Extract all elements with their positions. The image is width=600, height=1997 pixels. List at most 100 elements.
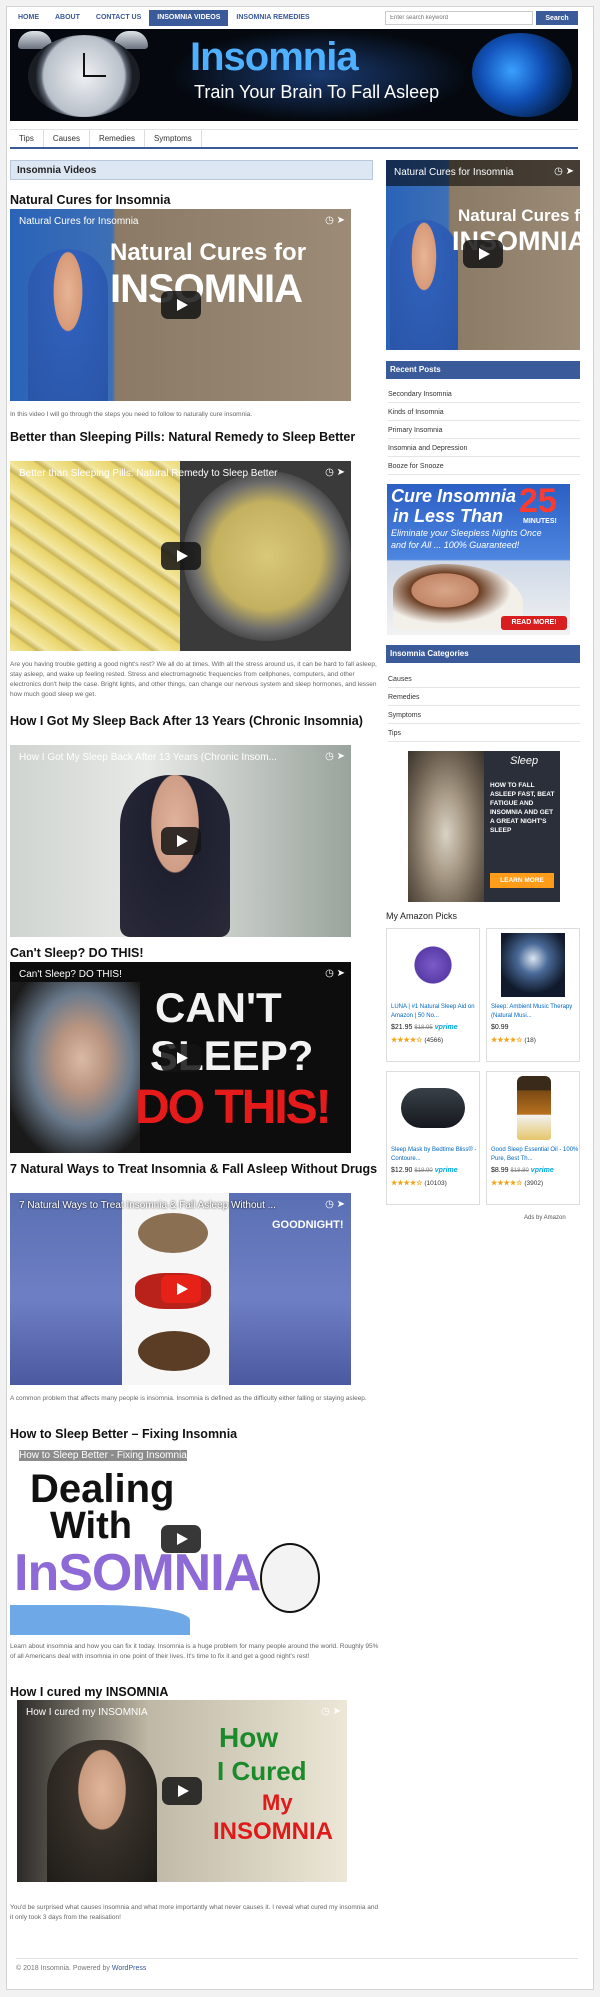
category-link[interactable]: Remedies — [388, 689, 580, 706]
product-price: $21.95 $18.95 vprime — [391, 1024, 458, 1031]
play-button-icon[interactable] — [162, 1777, 202, 1805]
product-name[interactable]: Sleep: Ambient Music Therapy (Natural Mu… — [491, 1003, 579, 1021]
video-player[interactable]: Better than Sleeping Pills: Natural Reme… — [10, 461, 351, 651]
subnav-remedies[interactable]: Remedies — [90, 130, 145, 147]
product-image[interactable] — [401, 933, 465, 997]
category-link[interactable]: Tips — [388, 725, 580, 742]
ad-minutes-label: MINUTES! — [523, 518, 557, 525]
subnav-tips[interactable]: Tips — [10, 130, 44, 147]
video-title[interactable]: How I cured my INSOMNIA — [26, 1707, 148, 1718]
review-count: (4566) — [424, 1037, 444, 1044]
post-title[interactable]: Can't Sleep? DO THIS! — [10, 946, 380, 961]
search-button[interactable]: Search — [536, 11, 578, 25]
play-button-icon[interactable] — [160, 1275, 201, 1303]
video-player[interactable]: GOODNIGHT! 7 Natural Ways to Treat Insom… — [10, 1193, 351, 1385]
clock-share-icons[interactable]: ◷ ➤ — [325, 215, 345, 226]
product-card[interactable]: LUNA | #1 Natural Sleep Aid on Amazon | … — [386, 928, 480, 1062]
brain-icon — [472, 33, 572, 117]
pot-image — [183, 471, 351, 641]
post-title[interactable]: Better than Sleeping Pills: Natural Reme… — [10, 430, 380, 445]
footer-wordpress-link[interactable]: WordPress — [112, 1965, 147, 1972]
post-title[interactable]: 7 Natural Ways to Treat Insomnia & Fall … — [10, 1162, 380, 1177]
clock-share-icons[interactable]: ◷ ➤ — [325, 751, 345, 762]
video-title[interactable]: How to Sleep Better - Fixing Insomnia — [19, 1450, 187, 1461]
clock-share-icons[interactable]: ◷ ➤ — [554, 166, 574, 177]
price-current: $0.99 — [491, 1024, 509, 1031]
rating-stars[interactable]: ★★★★☆ (3902) — [491, 1179, 543, 1187]
recent-post-link[interactable]: Kinds of Insomnia — [388, 404, 580, 421]
subnav-causes[interactable]: Causes — [44, 130, 90, 147]
nav-insomnia-videos[interactable]: INSOMNIA VIDEOS — [149, 10, 229, 26]
play-button-icon[interactable] — [160, 827, 201, 855]
bed-left-image — [10, 1193, 122, 1385]
sleep-book-ad[interactable]: Sleep HOW TO FALL ASLEEP FAST, BEAT FATI… — [408, 751, 560, 902]
categories-heading: Insomnia Categories — [386, 645, 580, 663]
nav-insomnia-remedies[interactable]: INSOMNIA REMEDIES — [228, 10, 317, 26]
product-card[interactable]: Good Sleep Essential Oil - 100% Pure, Be… — [486, 1071, 580, 1205]
clock-share-icons[interactable]: ◷ ➤ — [325, 467, 345, 478]
video-title[interactable]: Can't Sleep? DO THIS! — [19, 969, 122, 980]
video-title[interactable]: Better than Sleeping Pills: Natural Reme… — [19, 468, 277, 479]
ad-line-2: in Less Than — [393, 506, 504, 526]
play-button-icon[interactable] — [463, 240, 503, 268]
video-title[interactable]: Natural Cures for Insomnia — [19, 216, 139, 227]
recent-post-link[interactable]: Primary Insomnia — [388, 422, 580, 439]
thumb-text-1: GOODNIGHT! — [272, 1219, 344, 1231]
video-player[interactable]: Dealing With InSOMNIA How to Sleep Bette… — [10, 1443, 351, 1635]
post-title[interactable]: How I Got My Sleep Back After 13 Years (… — [10, 714, 380, 729]
header-banner[interactable]: Insomnia Train Your Brain To Fall Asleep — [10, 29, 578, 121]
search-input[interactable] — [385, 11, 533, 25]
product-image[interactable] — [401, 1088, 465, 1128]
product-card[interactable]: Sleep: Ambient Music Therapy (Natural Mu… — [486, 928, 580, 1062]
top-nav: HOME ABOUT CONTACT US INSOMNIA VIDEOS IN… — [10, 10, 318, 26]
post-excerpt: You'd be surprised what causes insomnia … — [10, 1904, 379, 1921]
category-link[interactable]: Symptoms — [388, 707, 580, 724]
read-more-button[interactable]: READ MORE! — [501, 616, 567, 630]
recent-post-link[interactable]: Booze for Snooze — [388, 458, 580, 475]
product-name[interactable]: Good Sleep Essential Oil - 100% Pure, Be… — [491, 1146, 579, 1164]
recent-posts-heading: Recent Posts — [386, 361, 580, 379]
video-player[interactable]: Natural Cures for INSOMNIA Natural Cures… — [10, 209, 351, 401]
play-button-icon[interactable] — [160, 291, 201, 319]
video-title[interactable]: 7 Natural Ways to Treat Insomnia & Fall … — [19, 1200, 276, 1211]
video-player[interactable]: How I Got My Sleep Back After 13 Years (… — [10, 745, 351, 937]
post-title[interactable]: How to Sleep Better – Fixing Insomnia — [10, 1427, 380, 1442]
ads-by-amazon-link[interactable]: Ads by Amazon — [524, 1215, 566, 1221]
product-name[interactable]: Sleep Mask by Bedtime Bliss® - Contoure.… — [391, 1146, 479, 1164]
alarm-clock-icon — [28, 35, 140, 117]
video-title[interactable]: How I Got My Sleep Back After 13 Years (… — [19, 752, 277, 763]
product-card[interactable]: Sleep Mask by Bedtime Bliss® - Contoure.… — [386, 1071, 480, 1205]
nav-contact-us[interactable]: CONTACT US — [88, 10, 149, 26]
cure-insomnia-ad[interactable]: Cure Insomnia in Less Than 25 MINUTES! E… — [387, 484, 570, 635]
learn-more-button[interactable]: LEARN MORE — [490, 873, 554, 888]
subnav-symptoms[interactable]: Symptoms — [145, 130, 202, 147]
rating-stars[interactable]: ★★★★☆ (10103) — [391, 1179, 447, 1187]
video-player[interactable]: CAN'T SLEEP? DO THIS! Can't Sleep? DO TH… — [10, 962, 351, 1153]
clock-share-icons[interactable]: ◷ ➤ — [321, 1706, 341, 1717]
tired-face-image — [260, 1543, 320, 1613]
sidebar-video-player[interactable]: Natural Cures fo INSOMNIA Natural Cures … — [386, 160, 580, 350]
clock-share-icons[interactable]: ◷ ➤ — [325, 1199, 345, 1210]
post-title[interactable]: Natural Cures for Insomnia — [10, 193, 380, 208]
rating-stars[interactable]: ★★★★☆ (4566) — [391, 1036, 443, 1044]
recent-post-link[interactable]: Secondary Insomnia — [388, 386, 580, 403]
stars-icon: ★★★★☆ — [391, 1180, 423, 1187]
play-button-icon[interactable] — [160, 1043, 201, 1072]
post-title[interactable]: How I cured my INSOMNIA — [10, 1685, 380, 1700]
clock-share-icons[interactable]: ◷ ➤ — [325, 968, 345, 979]
category-link[interactable]: Causes — [388, 671, 580, 688]
product-image[interactable] — [517, 1076, 551, 1140]
product-image[interactable] — [501, 933, 565, 997]
rating-stars[interactable]: ★★★★☆ (18) — [491, 1036, 536, 1044]
video-player[interactable]: How I Cured My INSOMNIA How I cured my I… — [17, 1700, 347, 1882]
nav-about[interactable]: ABOUT — [47, 10, 88, 26]
nav-home[interactable]: HOME — [10, 10, 47, 26]
clock-share-icons[interactable]: ◷ ➤ — [325, 1449, 345, 1460]
prime-badge: vprime — [434, 1024, 458, 1031]
play-button-icon[interactable] — [160, 1525, 201, 1553]
archive-title-box: Insomnia Videos — [10, 160, 373, 180]
product-name[interactable]: LUNA | #1 Natural Sleep Aid on Amazon | … — [391, 1003, 479, 1021]
video-title[interactable]: Natural Cures for Insomnia — [394, 167, 514, 178]
recent-post-link[interactable]: Insomnia and Depression — [388, 440, 580, 457]
play-button-icon[interactable] — [160, 542, 201, 570]
